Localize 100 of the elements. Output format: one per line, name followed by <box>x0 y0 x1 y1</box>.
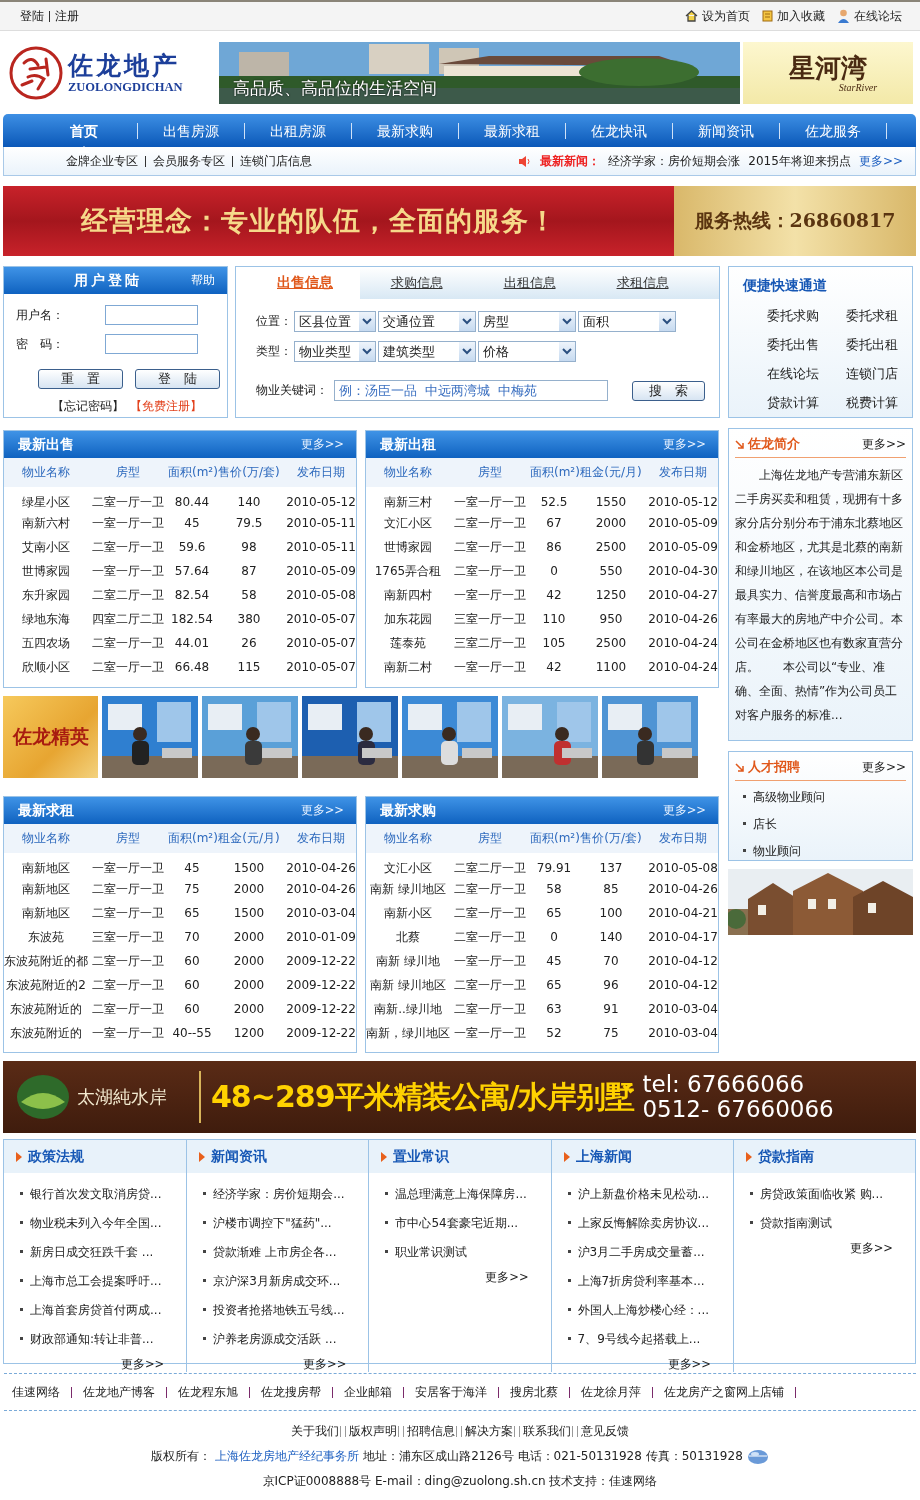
quick-link[interactable]: 税费计算 <box>846 394 920 412</box>
property-link[interactable]: 南新 绿川地 <box>366 949 450 973</box>
news-link[interactable]: 贷款渐难 上市房企各... <box>201 1244 369 1261</box>
property-link[interactable]: 绿星小区 <box>4 487 88 511</box>
property-link[interactable]: 南新地区 <box>4 901 88 925</box>
more-link[interactable]: 更多>> <box>858 152 903 170</box>
property-link[interactable]: 南新二村 <box>366 655 450 679</box>
news-link[interactable]: 贷款指南测试 <box>747 1215 915 1232</box>
property-link[interactable]: 南新 绿川地区 <box>366 877 450 901</box>
news-link[interactable]: 职业常识测试 <box>383 1244 551 1261</box>
property-link[interactable]: 南新四村 <box>366 583 450 607</box>
property-link[interactable]: 南新小区 <box>366 901 450 925</box>
news-link[interactable]: 经济学家：房价短期会涨 <box>608 152 741 170</box>
partner-link[interactable]: 佐龙程东旭 <box>178 1383 238 1401</box>
dropdown-field[interactable]: 面积 <box>578 311 676 332</box>
news-link[interactable]: 沪3月二手房成交量蓄... <box>565 1244 733 1261</box>
search-tab[interactable]: 求购信息 <box>360 267 473 299</box>
footer-link[interactable]: 意见反馈 <box>581 1423 629 1440</box>
property-link[interactable]: 东波苑附近的2 <box>4 973 88 997</box>
nav-item[interactable]: 出售房源 <box>138 122 245 139</box>
nav-item[interactable]: 新闻资讯 <box>673 122 780 139</box>
footer-link[interactable]: 招聘信息 <box>407 1423 455 1440</box>
more-link[interactable]: 更多>> <box>300 803 344 818</box>
partner-link[interactable]: 佳速网络 <box>12 1383 60 1401</box>
quick-link[interactable]: 委托求租 <box>846 307 920 325</box>
more-link[interactable]: 更多>> <box>662 803 706 818</box>
footer-link[interactable]: 版权声明 <box>349 1423 397 1440</box>
partner-link[interactable]: 安居客于海洋 <box>415 1383 487 1401</box>
nav-item[interactable]: 最新求租 <box>459 122 566 139</box>
nav-item[interactable]: 佐龙快讯 <box>566 122 673 139</box>
job-link[interactable]: 物业顾问 <box>741 843 906 860</box>
property-link[interactable]: 南新三村 <box>366 487 450 511</box>
news-link[interactable]: 上海市总工会提案呼吁... <box>18 1273 187 1290</box>
footer-link[interactable]: 联系我们 <box>523 1423 571 1440</box>
footer-link[interactable]: 解决方案 <box>465 1423 513 1440</box>
property-link[interactable]: 世博家园 <box>4 559 88 583</box>
property-link[interactable]: 欣顺小区 <box>4 655 88 679</box>
property-link[interactable]: 东波苑附近的 <box>4 1021 88 1045</box>
nav-item[interactable]: 出租房源 <box>245 122 352 139</box>
news-link[interactable]: 市中心54套豪宅近期... <box>383 1215 551 1232</box>
more-link[interactable]: 更多>> <box>861 436 906 453</box>
password-field[interactable] <box>105 334 198 354</box>
bookmark-icon[interactable] <box>762 10 773 22</box>
news-link[interactable]: 7、9号线今起搭载上... <box>565 1331 733 1348</box>
property-link[interactable]: 南新，绿川地区 <box>366 1021 450 1045</box>
news-link[interactable]: 银行首次发文取消房贷... <box>18 1186 187 1203</box>
keyword-field[interactable]: 例：汤臣一品 中远两湾城 中梅苑 <box>334 380 608 401</box>
register-link[interactable]: 【免费注册】 <box>130 398 202 415</box>
home-icon[interactable] <box>685 10 698 22</box>
dropdown-field[interactable]: 价格 <box>478 341 576 362</box>
quick-link[interactable]: 委托出售 <box>767 336 846 354</box>
person-icon[interactable] <box>837 9 850 23</box>
property-link[interactable]: 文汇小区 <box>366 853 450 877</box>
more-link[interactable]: 更多>> <box>300 437 344 452</box>
news-link[interactable]: 经济学家：房价短期会... <box>201 1186 369 1203</box>
news-link[interactable]: 沪楼市调控下"猛药"... <box>201 1215 369 1232</box>
top-link[interactable]: 设为首页 <box>702 7 750 25</box>
nav-item[interactable]: 佐龙服务 <box>780 122 887 139</box>
quick-link[interactable]: 在线论坛 <box>767 365 846 383</box>
top-link[interactable]: 在线论坛 <box>854 7 902 25</box>
property-link[interactable]: 东波苑附近的都 <box>4 949 88 973</box>
job-link[interactable]: 店长 <box>741 816 906 833</box>
news-link[interactable]: 投资者抢搭地铁五号线... <box>201 1302 369 1319</box>
more-link[interactable]: 更多>> <box>861 759 906 776</box>
property-link[interactable]: 艾南小区 <box>4 535 88 559</box>
news-link[interactable]: 2015年将迎来拐点 <box>748 152 851 170</box>
footer-link[interactable]: 关于我们 <box>291 1423 339 1440</box>
top-link[interactable]: 加入收藏 <box>777 7 825 25</box>
news-link[interactable]: 京沪深3月新房成交环... <box>201 1273 369 1290</box>
more-link[interactable]: 更多>> <box>303 1357 347 1372</box>
property-link[interactable]: 加东花园 <box>366 607 450 631</box>
login-button[interactable]: 登 陆 <box>135 369 220 389</box>
property-link[interactable]: 南新地区 <box>4 877 88 901</box>
quick-link[interactable]: 连锁门店 <box>846 365 920 383</box>
property-link[interactable]: 北蔡 <box>366 925 450 949</box>
property-link[interactable]: 南新 绿川地区 <box>366 973 450 997</box>
more-link[interactable]: 更多>> <box>662 437 706 452</box>
nav-item[interactable]: 最新求购 <box>352 122 459 139</box>
property-link[interactable]: 五四农场 <box>4 631 88 655</box>
partner-link[interactable]: 佐龙房产之窗网上店铺 <box>664 1383 784 1401</box>
news-link[interactable]: 外国人上海炒楼心经：... <box>565 1302 733 1319</box>
news-link[interactable]: 上海首套房贷首付两成... <box>18 1302 187 1319</box>
property-link[interactable]: 世博家园 <box>366 535 450 559</box>
property-link[interactable]: 绿地东海 <box>4 607 88 631</box>
property-link[interactable]: 南新..绿川地 <box>366 997 450 1021</box>
partner-link[interactable]: 企业邮箱 <box>344 1383 392 1401</box>
news-link[interactable]: 新房日成交狂跌千套 ... <box>18 1244 187 1261</box>
partner-link[interactable]: 搜房北蔡 <box>510 1383 558 1401</box>
dropdown-field[interactable]: 交通位置 <box>378 311 476 332</box>
partner-link[interactable]: 佐龙搜房帮 <box>261 1383 321 1401</box>
dropdown-field[interactable]: 房型 <box>478 311 576 332</box>
news-link[interactable]: 财政部通知:转让非普... <box>18 1331 187 1348</box>
news-link[interactable]: 上海7折房贷利率基本... <box>565 1273 733 1290</box>
help-link[interactable]: 帮助 <box>191 273 215 288</box>
username-field[interactable] <box>105 305 198 325</box>
search-button[interactable]: 搜 索 <box>632 380 705 401</box>
sub-nav-link[interactable]: 会员服务专区 <box>153 152 225 170</box>
job-link[interactable]: 高级物业顾问 <box>741 789 906 806</box>
news-link[interactable]: 房贷政策面临收紧 购... <box>747 1186 915 1203</box>
more-link[interactable]: 更多>> <box>485 1270 529 1285</box>
